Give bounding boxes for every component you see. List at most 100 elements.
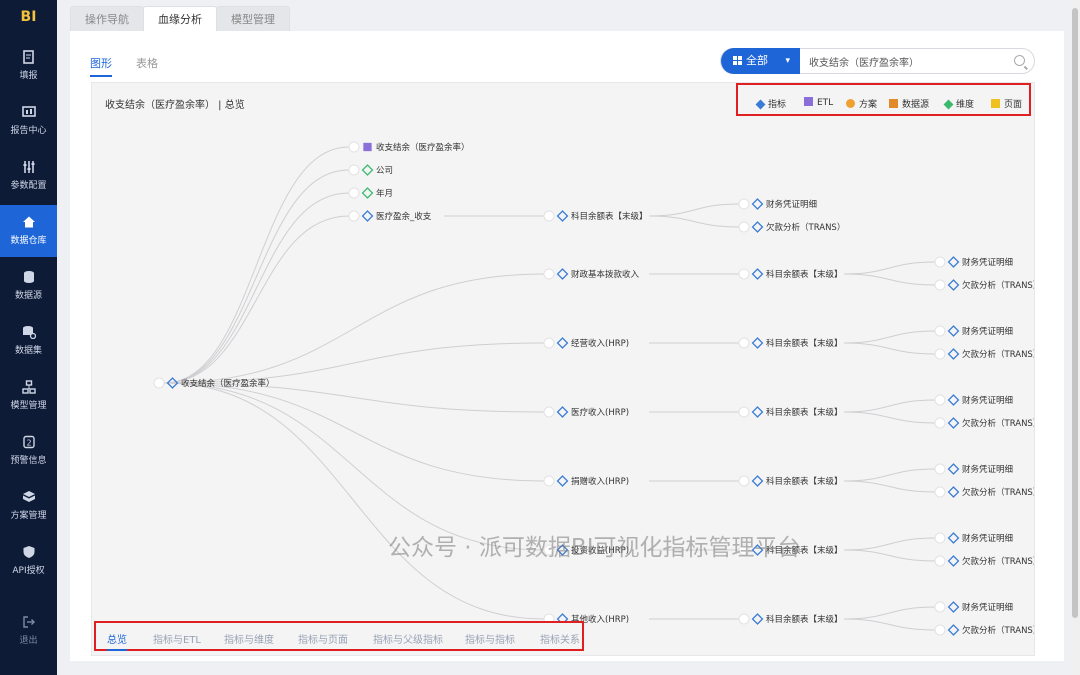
node-label: 科目余额表【末级】 (766, 338, 843, 349)
lineage-node[interactable]: 财务凭证明细 (934, 394, 1013, 406)
search-type-select[interactable]: 全部 ▾ (721, 48, 800, 74)
sidebar-item-datasource[interactable]: 数据源 (0, 260, 57, 312)
node-handle (934, 624, 946, 636)
lineage-node[interactable]: 医疗盈余_收支 (348, 210, 432, 222)
lineage-node[interactable]: 财务凭证明细 (934, 601, 1013, 613)
lineage-node[interactable]: 财政基本拨款收入 (543, 268, 640, 280)
scroll-thumb[interactable] (1072, 8, 1078, 618)
lineage-node[interactable]: 科目余额表【末级】 (738, 268, 843, 280)
indicator-icon (947, 348, 960, 360)
lineage-node[interactable]: 科目余额表【末级】 (738, 613, 843, 625)
lineage-node[interactable]: 科目余额表【末级】 (738, 475, 843, 487)
lineage-node[interactable]: 经营收入(HRP) (543, 337, 629, 349)
lineage-node[interactable]: 欠款分析（TRANS） (934, 624, 1035, 636)
tab-lineage-analysis[interactable]: 血缘分析 (143, 6, 217, 32)
lineage-node[interactable]: 医疗收入(HRP) (543, 406, 629, 418)
bottom-tab-indicator-dimension[interactable]: 指标与维度 (224, 631, 274, 646)
lineage-node[interactable]: 科目余额表【末级】 (738, 544, 843, 556)
node-label: 科目余额表【末级】 (766, 476, 843, 487)
lineage-node[interactable]: 财务凭证明细 (934, 256, 1013, 268)
logout-button[interactable]: 退出 (0, 605, 57, 657)
lineage-node[interactable]: 财务凭证明细 (934, 532, 1013, 544)
lineage-node[interactable]: 科目余额表【末级】 (738, 406, 843, 418)
bottom-tab-indicator-parent[interactable]: 指标与父级指标 (373, 631, 443, 646)
sidebar-item-label: 预警信息 (10, 456, 47, 466)
bottom-tab-indicator-relation[interactable]: 指标关系 (540, 631, 580, 646)
node-handle (934, 256, 946, 268)
node-label: 科目余额表【末级】 (766, 407, 843, 418)
node-handle (543, 406, 555, 418)
node-handle (153, 377, 165, 389)
node-handle (348, 187, 360, 199)
lineage-node[interactable]: 欠款分析（TRANS） (934, 279, 1035, 291)
page-scrollbar[interactable] (1070, 0, 1080, 675)
sidebar-item-report-center[interactable]: 报告中心 (0, 95, 57, 147)
sidebar-item-param-config[interactable]: 参数配置 (0, 150, 57, 202)
sidebar-item-label: API授权 (12, 566, 45, 576)
indicator-icon (556, 337, 569, 349)
sidebar-item-model-management[interactable]: 模型管理 (0, 370, 57, 422)
node-label: 财政基本拨款收入 (571, 269, 640, 280)
indicator-icon (947, 256, 960, 268)
lineage-link (843, 273, 936, 286)
lineage-node[interactable]: 财务凭证明细 (738, 198, 817, 210)
node-handle (738, 198, 750, 210)
sidebar-item-plan-management[interactable]: 方案管理 (0, 480, 57, 532)
node-label: 科目余额表【末级】 (571, 211, 648, 222)
lineage-node[interactable]: 财务凭证明细 (934, 325, 1013, 337)
sidebar-item-data-warehouse[interactable]: 数据仓库 (0, 205, 57, 257)
lineage-link (163, 273, 545, 384)
node-label: 欠款分析（TRANS） (962, 418, 1035, 429)
sidebar-item-alert-info[interactable]: 2 预警信息 (0, 425, 57, 477)
lineage-node[interactable]: 欠款分析（TRANS） (934, 348, 1035, 360)
lineage-link (648, 215, 740, 228)
lineage-node[interactable]: 科目余额表【末级】 (543, 210, 648, 222)
lineage-node[interactable]: 欠款分析（TRANS） (934, 417, 1035, 429)
lineage-node[interactable]: 欠款分析（TRANS） (934, 555, 1035, 567)
lineage-link (843, 342, 936, 355)
bottom-tab-overview[interactable]: 总览 (107, 631, 127, 651)
sidebar-item-api-auth[interactable]: API授权 (0, 535, 57, 587)
node-label: 经营收入(HRP) (571, 338, 629, 349)
bottom-tab-indicator-etl[interactable]: 指标与ETL (153, 631, 201, 646)
lineage-node[interactable]: 投资收益(HRP) (543, 544, 629, 556)
sliders-icon (23, 161, 34, 173)
node-handle (934, 417, 946, 429)
edit-icon (22, 50, 34, 64)
node-handle (934, 394, 946, 406)
lineage-node[interactable]: 欠款分析（TRANS） (738, 221, 845, 233)
lineage-link (843, 330, 936, 344)
database-icon (23, 271, 34, 283)
bottom-tab-indicator-page[interactable]: 指标与页面 (298, 631, 348, 646)
indicator-icon (947, 417, 960, 429)
lineage-node[interactable]: 捐赠收入(HRP) (543, 475, 629, 487)
lineage-link (163, 382, 545, 551)
subtab-table[interactable]: 表格 (136, 55, 158, 71)
search-input[interactable] (809, 53, 1009, 69)
tab-model-management[interactable]: 模型管理 (216, 6, 290, 32)
tab-operation-nav[interactable]: 操作导航 (70, 6, 144, 32)
lineage-node[interactable]: 年月 (348, 187, 393, 199)
node-label: 捐赠收入(HRP) (571, 476, 629, 487)
search-type-label: 全部 (746, 54, 768, 67)
lineage-node[interactable]: 公司 (348, 164, 393, 176)
bottom-tab-indicator-indicator[interactable]: 指标与指标 (465, 631, 515, 646)
sidebar-item-label: 报告中心 (10, 126, 47, 136)
indicator-icon (751, 406, 764, 418)
lineage-link (648, 203, 740, 217)
sidebar-item-label: 参数配置 (10, 181, 47, 191)
search-icon[interactable] (1014, 55, 1025, 66)
subtab-graph[interactable]: 图形 (90, 55, 112, 77)
sidebar-item-dataset[interactable]: 数据集 (0, 315, 57, 367)
node-handle (543, 210, 555, 222)
lineage-node[interactable]: 科目余额表【末级】 (738, 337, 843, 349)
lineage-node[interactable]: 欠款分析（TRANS） (934, 486, 1035, 498)
dimension-icon (361, 187, 374, 199)
main-area: 操作导航 血缘分析 模型管理 图形 表格 全部 ▾ 收支结余（医疗盈余率） | … (57, 0, 1067, 675)
sidebar-item-label: 填报 (19, 71, 38, 81)
lineage-node[interactable]: 收支结余（医疗盈余率） (348, 141, 470, 153)
lineage-canvas[interactable]: 收支结余（医疗盈余率） | 总览 指标 ETL 方案 数据源 维度 页面 科目余… (91, 82, 1035, 656)
sidebar-item-fill[interactable]: 填报 (0, 40, 57, 92)
lineage-node[interactable]: 财务凭证明细 (934, 463, 1013, 475)
node-handle (348, 210, 360, 222)
